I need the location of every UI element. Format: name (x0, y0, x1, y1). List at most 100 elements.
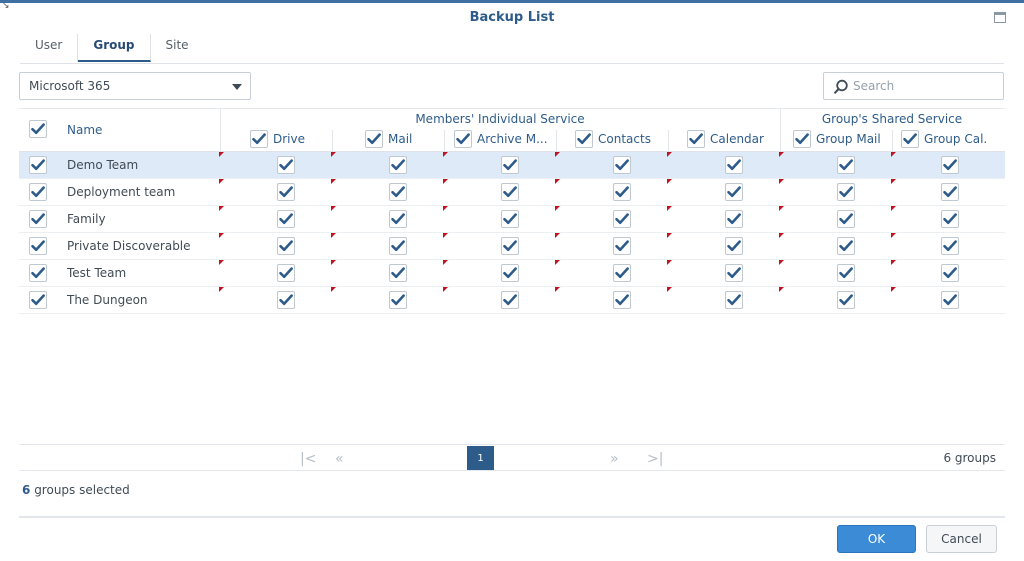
column-header-checkbox[interactable] (687, 130, 705, 148)
next-page-icon[interactable]: » (610, 452, 619, 466)
service-checkbox-drive[interactable] (277, 237, 295, 255)
tab-site[interactable]: Site (151, 34, 204, 62)
cancel-button[interactable]: Cancel (926, 525, 997, 553)
service-checkbox-group_cal[interactable] (941, 156, 959, 174)
service-checkbox-archive[interactable] (501, 156, 519, 174)
service-checkbox-group_mail[interactable] (837, 156, 855, 174)
service-checkbox-mail[interactable] (389, 264, 407, 282)
column-header-checkbox[interactable] (901, 130, 919, 148)
group-name: Demo Team (67, 158, 139, 172)
service-checkbox-contacts[interactable] (613, 291, 631, 309)
name-column-header[interactable]: Name (67, 123, 102, 137)
service-checkbox-group_cal[interactable] (941, 291, 959, 309)
modified-marker-icon (779, 152, 784, 157)
column-divider (332, 130, 333, 152)
service-checkbox-group_cal[interactable] (941, 237, 959, 255)
row-select-checkbox[interactable] (29, 264, 47, 282)
modified-marker-icon (779, 179, 784, 184)
service-checkbox-contacts[interactable] (613, 237, 631, 255)
modified-marker-icon (555, 179, 560, 184)
tab-group[interactable]: Group (78, 34, 151, 62)
column-header-contacts[interactable]: Contacts (575, 130, 651, 148)
service-checkbox-archive[interactable] (501, 183, 519, 201)
column-header-checkbox[interactable] (454, 130, 472, 148)
service-checkbox-contacts[interactable] (613, 264, 631, 282)
service-checkbox-drive[interactable] (277, 210, 295, 228)
service-checkbox-mail[interactable] (389, 156, 407, 174)
modified-marker-icon (219, 152, 224, 157)
tab-user[interactable]: User (20, 34, 79, 62)
row-select-checkbox[interactable] (29, 237, 47, 255)
table-row[interactable]: Deployment team (19, 179, 1005, 206)
service-checkbox-group_cal[interactable] (941, 183, 959, 201)
service-checkbox-group_mail[interactable] (837, 291, 855, 309)
table-row[interactable]: The Dungeon (19, 287, 1005, 314)
service-checkbox-drive[interactable] (277, 264, 295, 282)
column-header-checkbox[interactable] (365, 130, 383, 148)
service-checkbox-group_cal[interactable] (941, 264, 959, 282)
service-checkbox-group_mail[interactable] (837, 210, 855, 228)
service-checkbox-calendar[interactable] (725, 237, 743, 255)
row-select-checkbox[interactable] (29, 210, 47, 228)
column-header-group_mail[interactable]: Group Mail (793, 130, 881, 148)
search-box[interactable] (823, 72, 1004, 100)
service-checkbox-contacts[interactable] (613, 183, 631, 201)
search-input[interactable] (853, 77, 998, 95)
service-checkbox-archive[interactable] (501, 264, 519, 282)
service-checkbox-contacts[interactable] (613, 156, 631, 174)
service-checkbox-group_cal[interactable] (941, 210, 959, 228)
service-checkbox-calendar[interactable] (725, 210, 743, 228)
service-checkbox-calendar[interactable] (725, 183, 743, 201)
service-select[interactable]: Microsoft 365 (19, 72, 251, 100)
column-header-group_cal[interactable]: Group Cal. (901, 130, 987, 148)
ok-button[interactable]: OK (837, 525, 916, 553)
previous-page-icon[interactable]: « (335, 452, 344, 466)
service-checkbox-archive[interactable] (501, 237, 519, 255)
maximize-window-button[interactable] (994, 12, 1006, 23)
service-checkbox-archive[interactable] (501, 210, 519, 228)
service-checkbox-group_mail[interactable] (837, 264, 855, 282)
column-header-checkbox[interactable] (575, 130, 593, 148)
selected-status-text: groups selected (34, 483, 130, 497)
service-checkbox-mail[interactable] (389, 237, 407, 255)
row-select-checkbox[interactable] (29, 156, 47, 174)
service-checkbox-drive[interactable] (277, 291, 295, 309)
service-checkbox-mail[interactable] (389, 183, 407, 201)
select-all-checkbox[interactable] (29, 120, 47, 138)
column-header-mail[interactable]: Mail (365, 130, 412, 148)
table-row[interactable]: Demo Team (19, 152, 1005, 179)
row-select-checkbox[interactable] (29, 291, 47, 309)
individual-service-group-header: Members' Individual Service (415, 112, 585, 126)
column-header-checkbox[interactable] (250, 130, 268, 148)
service-checkbox-mail[interactable] (389, 291, 407, 309)
modified-marker-icon (331, 206, 336, 211)
last-page-icon[interactable]: >| (647, 452, 663, 466)
column-header-checkbox[interactable] (793, 130, 811, 148)
select-all-cell (29, 120, 47, 138)
modified-marker-icon (779, 233, 784, 238)
first-page-icon[interactable]: |< (300, 452, 316, 466)
service-checkbox-group_mail[interactable] (837, 183, 855, 201)
service-checkbox-calendar[interactable] (725, 291, 743, 309)
row-select-checkbox[interactable] (29, 183, 47, 201)
modified-marker-icon (667, 206, 672, 211)
table-row[interactable]: Private Discoverable (19, 233, 1005, 260)
column-header-calendar[interactable]: Calendar (687, 130, 764, 148)
modified-marker-icon (219, 233, 224, 238)
service-checkbox-mail[interactable] (389, 210, 407, 228)
service-checkbox-calendar[interactable] (725, 264, 743, 282)
table-row[interactable]: Family (19, 206, 1005, 233)
service-checkbox-group_mail[interactable] (837, 237, 855, 255)
column-divider (780, 130, 781, 152)
column-divider (444, 130, 445, 152)
table-row[interactable]: Test Team (19, 260, 1005, 287)
service-checkbox-calendar[interactable] (725, 156, 743, 174)
service-checkbox-contacts[interactable] (613, 210, 631, 228)
service-checkbox-archive[interactable] (501, 291, 519, 309)
current-page-button[interactable]: 1 (467, 446, 494, 470)
column-divider (556, 130, 557, 152)
column-header-drive[interactable]: Drive (250, 130, 305, 148)
service-checkbox-drive[interactable] (277, 183, 295, 201)
service-checkbox-drive[interactable] (277, 156, 295, 174)
column-header-archive[interactable]: Archive M... (454, 130, 548, 148)
